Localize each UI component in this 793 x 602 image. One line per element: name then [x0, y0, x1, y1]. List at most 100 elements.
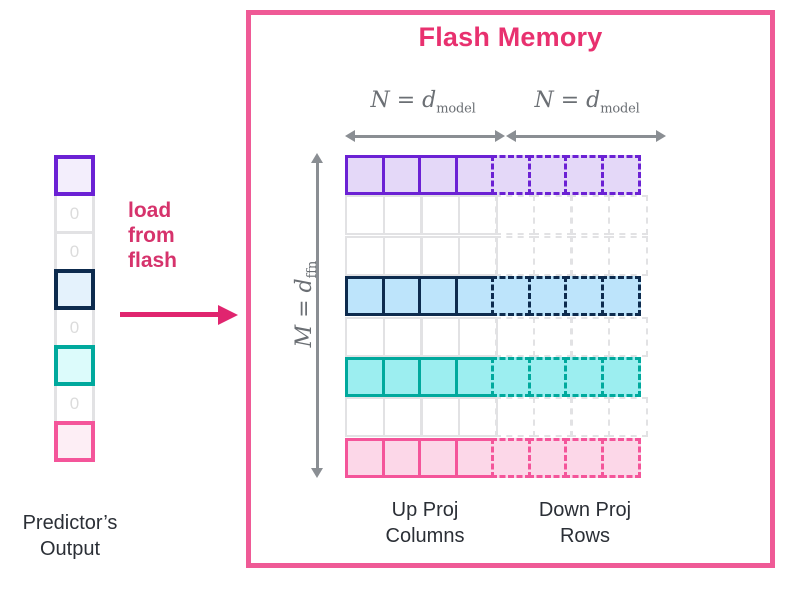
matrix-cell-down-proj [491, 276, 531, 317]
matrix-row [345, 357, 665, 397]
d-symbol-left: d [422, 88, 437, 113]
matrix-cell-up-proj [457, 195, 498, 236]
arrow-shaft [515, 135, 657, 138]
matrix-cell-up-proj [454, 437, 495, 478]
up-proj-caption: Up Proj Columns [335, 497, 515, 549]
flash-memory-title: Flash Memory [418, 22, 603, 52]
matrix-cell-down-proj [527, 155, 568, 195]
matrix-row [345, 235, 665, 276]
down-proj-caption-line2: Rows [559, 525, 610, 547]
matrix-cell-up-proj [345, 357, 385, 397]
matrix-cell-up-proj [381, 276, 422, 317]
matrix-cell-up-proj [381, 357, 422, 397]
matrix-cell-up-proj [382, 316, 423, 357]
matrix-row [345, 276, 665, 317]
matrix-cell-up-proj [345, 437, 385, 478]
n-symbol-right: N [534, 88, 554, 113]
up-proj-caption-line2: Columns [385, 525, 465, 547]
matrix-cell-down-proj [607, 316, 648, 357]
equals-right: = [553, 88, 587, 113]
up-proj-caption-line1: Up Proj [391, 499, 459, 521]
matrix-cell-down-proj [570, 195, 610, 236]
matrix-cell-down-proj [600, 437, 641, 478]
matrix-cell-up-proj [420, 316, 460, 357]
predictor-cell-active [54, 269, 95, 310]
matrix-cell-up-proj [345, 397, 385, 438]
n-dmodel-label-left: N = dmodel [342, 88, 504, 116]
matrix-cell-up-proj [457, 235, 498, 276]
predictor-cell-active [54, 155, 95, 196]
width-arrow-right [506, 130, 666, 142]
matrix-cell-up-proj [382, 235, 423, 276]
predictor-cell-zero: 0 [54, 383, 95, 424]
matrix-cell-down-proj [570, 316, 610, 357]
arrow-shaft [120, 312, 220, 317]
matrix-cell-down-proj [495, 195, 535, 236]
matrix-cell-down-proj [607, 235, 648, 276]
matrix-cell-up-proj [381, 155, 422, 195]
matrix-cell-down-proj [564, 276, 604, 317]
predictor-cell-zero: 0 [54, 307, 95, 348]
matrix-cell-up-proj [381, 437, 422, 478]
matrix-cell-down-proj [532, 397, 573, 438]
matrix-cell-up-proj [420, 397, 460, 438]
equals-m: = [291, 292, 317, 325]
down-proj-caption-line1: Down Proj [538, 499, 632, 521]
matrix-cell-down-proj [491, 437, 531, 478]
predictor-output-caption: Predictor’s Output [0, 510, 150, 562]
load-line2: from [128, 224, 175, 247]
matrix-row [345, 155, 665, 195]
load-from-flash-arrow [120, 305, 238, 325]
predictor-cell-zero: 0 [54, 193, 95, 234]
matrix-cell-down-proj [491, 155, 531, 195]
matrix-cell-down-proj [532, 195, 573, 236]
matrix-cell-up-proj [345, 276, 385, 317]
matrix-cell-down-proj [600, 276, 641, 317]
matrix-row [345, 397, 665, 438]
matrix-cell-down-proj [600, 357, 641, 397]
predictor-caption-line2: Output [39, 538, 101, 560]
arrow-head-down-icon [311, 468, 323, 478]
down-proj-caption: Down Proj Rows [495, 497, 675, 549]
matrix-cell-down-proj [532, 235, 573, 276]
matrix-cell-down-proj [564, 437, 604, 478]
matrix-cell-up-proj [418, 437, 458, 478]
predictor-output-column: 0000 [54, 155, 95, 462]
matrix-cell-up-proj [382, 195, 423, 236]
matrix-cell-up-proj [418, 357, 458, 397]
matrix-row [345, 316, 665, 357]
matrix-cell-down-proj [527, 276, 568, 317]
matrix-cell-up-proj [457, 397, 498, 438]
arrow-shaft [354, 135, 496, 138]
dffn-subscript: ffn [305, 260, 321, 279]
width-arrow-left [345, 130, 505, 142]
predictor-cell-active [54, 345, 95, 386]
load-line3: flash [128, 249, 178, 272]
load-from-flash-label: load from flash [128, 198, 228, 273]
dmodel-subscript-right: model [600, 101, 640, 117]
matrix-row [345, 437, 665, 478]
matrix-cell-down-proj [607, 195, 648, 236]
matrix-cell-down-proj [495, 235, 535, 276]
matrix-cell-down-proj [495, 316, 535, 357]
matrix-cell-down-proj [495, 397, 535, 438]
matrix-cell-down-proj [570, 397, 610, 438]
n-symbol-left: N [370, 88, 390, 113]
predictor-cell-zero: 0 [54, 231, 95, 272]
matrix-cell-down-proj [607, 397, 648, 438]
arrow-head-right-icon [218, 305, 238, 325]
matrix-cell-down-proj [527, 437, 568, 478]
matrix-cell-down-proj [532, 316, 573, 357]
matrix-cell-up-proj [345, 195, 385, 236]
matrix-cell-up-proj [420, 195, 460, 236]
matrix-cell-up-proj [454, 155, 495, 195]
n-dmodel-label-right: N = dmodel [506, 88, 668, 116]
matrix-cell-up-proj [454, 357, 495, 397]
arrow-head-right-icon [495, 130, 505, 142]
predictor-cell-active [54, 421, 95, 462]
weight-matrix-grid [345, 155, 665, 478]
matrix-cell-down-proj [491, 357, 531, 397]
matrix-cell-up-proj [345, 235, 385, 276]
matrix-cell-up-proj [454, 276, 495, 317]
figure-canvas: Flash Memory N = dmodel N = dmodel M = d… [0, 0, 793, 602]
